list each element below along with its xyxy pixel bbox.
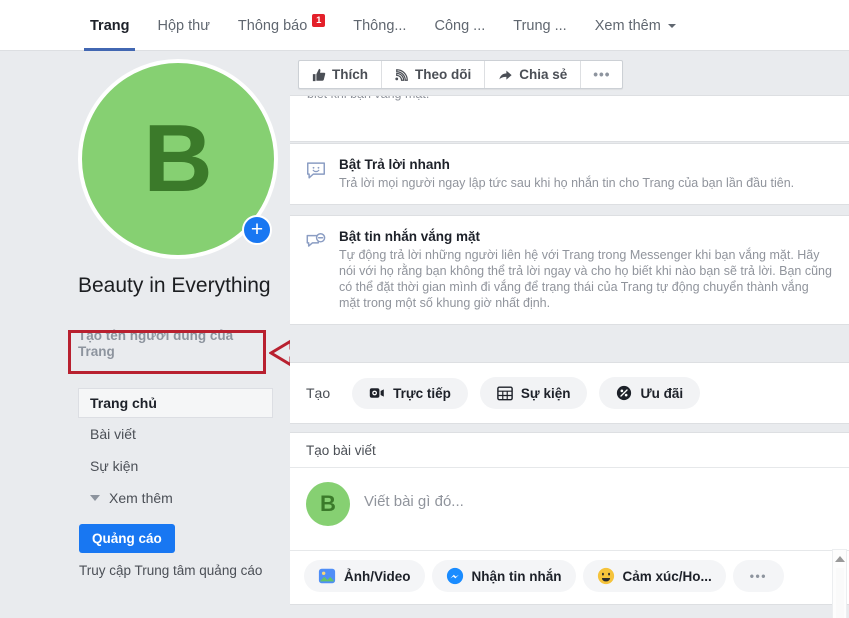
like-button-label: Thích bbox=[332, 67, 368, 82]
sidebar-item-su-kien[interactable]: Sự kiện bbox=[78, 450, 273, 482]
notification-badge: 1 bbox=[312, 14, 326, 27]
nav-tab-label: Xem thêm bbox=[594, 17, 661, 34]
list-item-text: Bật tin nhắn vắng mặt Tự động trả lời nh… bbox=[339, 229, 832, 311]
sidebar-item-xem-them[interactable]: Xem thêm bbox=[78, 482, 273, 514]
ellipsis-icon: ••• bbox=[749, 569, 767, 583]
ad-center-link[interactable]: Truy cập Trung tâm quảng cáo bbox=[79, 562, 269, 579]
attach-photo-video-button[interactable]: Ảnh/Video bbox=[304, 560, 425, 592]
nav-tab-label: Thông... bbox=[353, 17, 407, 34]
scroll-up-arrow-icon[interactable] bbox=[833, 552, 846, 566]
sidebar-menu: Trang chủ Bài viết Sự kiện Xem thêm Quản… bbox=[78, 388, 273, 579]
composer-header: Tạo bài viết bbox=[290, 433, 849, 468]
share-button-label: Chia sẻ bbox=[519, 67, 568, 82]
more-options-button[interactable]: ••• bbox=[581, 61, 622, 88]
ellipsis-icon: ••• bbox=[593, 67, 611, 82]
post-composer: Tạo bài viết B Viết bài gì đó... Ảnh/Vid… bbox=[290, 432, 849, 605]
thumbs-up-icon bbox=[312, 68, 326, 81]
avatar-letter: B bbox=[143, 105, 213, 212]
advertise-button[interactable]: Quảng cáo bbox=[79, 524, 175, 553]
nav-tab-label: Công ... bbox=[434, 17, 486, 34]
partial-text-card: biết khi bạn vắng mặt. bbox=[290, 95, 849, 142]
offer-tag-icon bbox=[617, 385, 632, 401]
nav-tab-trung-tam[interactable]: Trung ... bbox=[499, 0, 580, 51]
page-title: Beauty in Everything bbox=[78, 274, 271, 297]
nav-tab-label: Trang bbox=[90, 17, 130, 34]
page-avatar-container[interactable]: B + bbox=[78, 59, 278, 259]
quick-reply-card[interactable]: Bật Trả lời nhanh Trả lời mọi người ngay… bbox=[290, 143, 849, 205]
follow-button-label: Theo dõi bbox=[415, 67, 472, 82]
nav-tab-label: Hộp thư bbox=[157, 17, 210, 34]
follow-button[interactable]: Theo dõi bbox=[382, 61, 486, 88]
nav-tab-cong-cu[interactable]: Công ... bbox=[420, 0, 499, 51]
chevron-down-icon bbox=[90, 495, 100, 501]
nav-tab-thong-tin[interactable]: Thông... bbox=[339, 0, 420, 51]
nav-tab-label: Trung ... bbox=[513, 17, 567, 34]
composer-avatar: B bbox=[306, 482, 350, 526]
create-pill-label: Sự kiện bbox=[520, 385, 571, 401]
chat-smiley-icon bbox=[305, 157, 339, 191]
composer-more-button[interactable]: ••• bbox=[732, 560, 784, 592]
sidebar-item-label: Xem thêm bbox=[109, 490, 173, 506]
create-live-button[interactable]: Trực tiếp bbox=[352, 377, 468, 409]
plus-glyph: + bbox=[250, 218, 264, 241]
list-item-body: Trả lời mọi người ngay lập tức sau khi h… bbox=[339, 176, 795, 190]
photo-video-icon bbox=[318, 568, 336, 584]
scrollbar-track[interactable] bbox=[836, 568, 844, 618]
sidebar-item-bai-viet[interactable]: Bài viết bbox=[78, 418, 273, 450]
like-button[interactable]: Thích bbox=[299, 61, 382, 88]
composer-body[interactable]: B Viết bài gì đó... bbox=[290, 468, 849, 550]
list-item[interactable]: Bật Trả lời nhanh Trả lời mọi người ngay… bbox=[290, 144, 849, 204]
create-pill-label: Ưu đãi bbox=[640, 385, 684, 401]
avatar-letter: B bbox=[320, 491, 336, 516]
page-action-bar: Thích Theo dõi Chia sẻ ••• bbox=[298, 60, 624, 89]
main-content: Thích Theo dõi Chia sẻ ••• biết khi bạn … bbox=[290, 51, 849, 618]
create-bar: Tạo Trực tiếp Sự kiện Ưu đãi bbox=[290, 362, 849, 424]
list-item-text: Bật Trả lời nhanh Trả lời mọi người ngay… bbox=[339, 157, 794, 191]
chevron-down-icon bbox=[667, 23, 676, 28]
emoji-smiley-icon bbox=[597, 567, 614, 585]
rss-follow-icon bbox=[395, 68, 408, 81]
get-messages-button[interactable]: Nhận tin nhắn bbox=[431, 560, 576, 592]
list-item-title: Bật Trả lời nhanh bbox=[339, 157, 450, 172]
messenger-icon bbox=[446, 567, 463, 585]
away-message-card[interactable]: Bật tin nhắn vắng mặt Tự động trả lời nh… bbox=[290, 215, 849, 325]
top-navigation-bar: Trang Hộp thư Thông báo 1 Thông... Công … bbox=[0, 0, 849, 51]
list-item[interactable]: Bật tin nhắn vắng mặt Tự động trả lời nh… bbox=[290, 216, 849, 324]
nav-tab-trang[interactable]: Trang bbox=[76, 0, 143, 51]
sidebar-item-label: Sự kiện bbox=[90, 458, 139, 474]
create-event-button[interactable]: Sự kiện bbox=[479, 377, 588, 409]
nav-tab-list: Trang Hộp thư Thông báo 1 Thông... Công … bbox=[0, 0, 849, 51]
sidebar-item-label: Trang chủ bbox=[90, 395, 157, 411]
nav-tab-xem-them[interactable]: Xem thêm bbox=[581, 0, 690, 51]
live-video-icon bbox=[369, 388, 384, 398]
sidebar-item-label: Bài viết bbox=[90, 426, 136, 442]
add-photo-plus-icon[interactable]: + bbox=[242, 215, 272, 245]
vertical-scrollbar[interactable] bbox=[832, 549, 847, 618]
left-sidebar: B + Beauty in Everything Tạo tên người d… bbox=[0, 51, 290, 618]
composer-pill-label: Ảnh/Video bbox=[344, 568, 411, 584]
create-username-link[interactable]: Tạo tên người dùng của Trang bbox=[78, 328, 263, 360]
sidebar-item-trang-chu[interactable]: Trang chủ bbox=[78, 388, 273, 418]
nav-tab-label: Thông báo bbox=[237, 17, 308, 34]
chat-away-icon bbox=[305, 229, 339, 311]
composer-input[interactable]: Viết bài gì đó... bbox=[364, 482, 464, 510]
create-pill-label: Trực tiếp bbox=[393, 385, 451, 401]
list-item-title: Bật tin nhắn vắng mặt bbox=[339, 229, 481, 244]
composer-pill-label: Cảm xúc/Ho... bbox=[622, 568, 712, 584]
share-button[interactable]: Chia sẻ bbox=[485, 61, 582, 88]
create-label: Tạo bbox=[306, 385, 331, 401]
create-offer-button[interactable]: Ưu đãi bbox=[599, 377, 701, 409]
composer-pill-label: Nhận tin nhắn bbox=[471, 568, 562, 584]
feeling-activity-button[interactable]: Cảm xúc/Ho... bbox=[582, 560, 726, 592]
nav-tab-thong-bao[interactable]: Thông báo 1 bbox=[224, 0, 339, 51]
share-arrow-icon bbox=[499, 70, 512, 80]
calendar-icon bbox=[497, 386, 513, 401]
partial-text: biết khi bạn vắng mặt. bbox=[290, 96, 849, 102]
nav-tab-hop-thu[interactable]: Hộp thư bbox=[143, 0, 223, 51]
list-item-body: Tự động trả lời những người liên hệ với … bbox=[339, 248, 832, 310]
composer-actions: Ảnh/Video Nhận tin nhắn Cảm xúc/Ho... ••… bbox=[290, 550, 849, 604]
